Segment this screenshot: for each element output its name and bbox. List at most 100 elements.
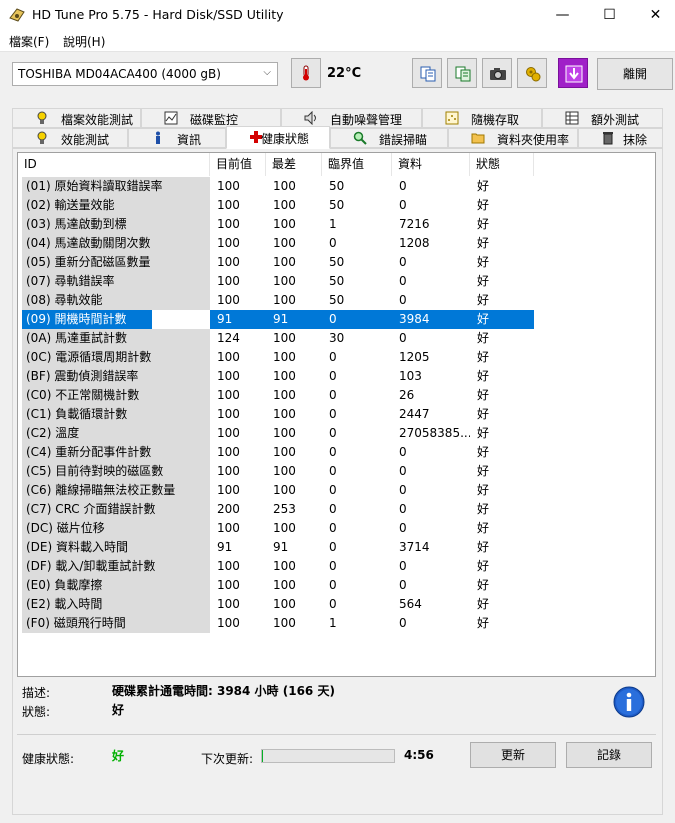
next-update-label: 下次更新: xyxy=(201,752,254,766)
column-header-data[interactable]: 資料 xyxy=(392,153,470,176)
tab-health[interactable]: 健康狀態 xyxy=(226,126,330,149)
table-row[interactable]: (01) 原始資料讀取錯誤率 100 100 50 0 好 xyxy=(18,177,655,196)
maximize-button[interactable]: ☐ xyxy=(587,0,632,31)
tab-aam[interactable]: 自動噪聲管理 xyxy=(281,108,422,128)
table-row[interactable]: (09) 開機時間計數 91 91 0 3984 好 xyxy=(18,310,655,329)
cell-threshold: 0 xyxy=(329,236,337,250)
cell-current: 100 xyxy=(217,179,240,193)
cell-attribute-name: (C1) 負載循環計數 xyxy=(22,405,210,424)
table-row[interactable]: (C6) 離線掃瞄無法校正數量 100 100 0 0 好 xyxy=(18,481,655,500)
thermometer-icon xyxy=(303,65,309,81)
table-row[interactable]: (C4) 重新分配事件計數 100 100 0 0 好 xyxy=(18,443,655,462)
cell-attribute-name: (03) 馬達啟動到標 xyxy=(22,215,210,234)
copy-info-button[interactable] xyxy=(412,58,442,88)
cell-threshold: 0 xyxy=(329,312,337,326)
cell-current: 100 xyxy=(217,293,240,307)
tab-benchmark[interactable]: 效能測試 xyxy=(12,128,128,148)
cell-data: 3714 xyxy=(399,540,430,554)
menu-file[interactable]: 檔案(F) xyxy=(9,33,49,50)
cell-data: 0 xyxy=(399,483,407,497)
refresh-button[interactable]: 更新 xyxy=(470,742,556,768)
column-header-threshold[interactable]: 臨界值 xyxy=(322,153,392,176)
tab-erase[interactable]: 抹除 xyxy=(578,128,663,148)
options-button[interactable] xyxy=(517,58,547,88)
cell-status: 好 xyxy=(477,521,490,535)
cell-threshold: 0 xyxy=(329,388,337,402)
tab-file-benchmark[interactable]: 檔案效能測試 xyxy=(12,108,141,128)
tab-label: 資料夾使用率 xyxy=(497,133,570,147)
table-row[interactable]: (0A) 馬達重試計數 124 100 30 0 好 xyxy=(18,329,655,348)
table-row[interactable]: (0C) 電源循環周期計數 100 100 0 1205 好 xyxy=(18,348,655,367)
cell-threshold: 50 xyxy=(329,179,345,193)
cell-attribute-name: (C0) 不正常關機計數 xyxy=(22,386,210,405)
close-button[interactable]: ✕ xyxy=(633,0,675,31)
tab-disk-monitor[interactable]: 磁碟監控 xyxy=(141,108,281,128)
table-row[interactable]: (07) 尋軌錯誤率 100 100 50 0 好 xyxy=(18,272,655,291)
table-row[interactable]: (C7) CRC 介面錯誤計數 200 253 0 0 好 xyxy=(18,500,655,519)
info-icon[interactable] xyxy=(613,686,645,718)
table-row[interactable]: (C0) 不正常關機計數 100 100 0 26 好 xyxy=(18,386,655,405)
cell-data: 7216 xyxy=(399,217,430,231)
description-label: 描述: xyxy=(22,686,51,700)
cell-threshold: 0 xyxy=(329,445,337,459)
trash-icon xyxy=(603,132,613,145)
tab-label: 資訊 xyxy=(177,133,202,147)
screenshot-button[interactable] xyxy=(482,58,512,88)
cell-status: 好 xyxy=(477,464,490,478)
tab-extra-tests[interactable]: 額外測試 xyxy=(542,108,663,128)
table-row[interactable]: (02) 輸送量效能 100 100 50 0 好 xyxy=(18,196,655,215)
table-row[interactable]: (BF) 震動偵測錯誤率 100 100 0 103 好 xyxy=(18,367,655,386)
tab-error-scan[interactable]: 錯誤掃瞄 xyxy=(330,128,448,148)
cell-attribute-name: (C5) 目前待對映的磁區數 xyxy=(22,462,210,481)
app-logo-icon xyxy=(9,8,25,22)
cell-data: 3984 xyxy=(399,312,430,326)
copy-all-button[interactable] xyxy=(447,58,477,88)
exit-button[interactable]: 離開 xyxy=(597,58,673,90)
cell-worst: 100 xyxy=(273,255,296,269)
cell-attribute-name: (E2) 載入時間 xyxy=(22,595,210,614)
title-bar: HD Tune Pro 5.75 - Hard Disk/SSD Utility… xyxy=(0,0,675,31)
table-row[interactable]: (C5) 目前待對映的磁區數 100 100 0 0 好 xyxy=(18,462,655,481)
minimize-button[interactable]: — xyxy=(540,0,585,31)
table-row[interactable]: (DF) 載入/卸載重試計數 100 100 0 0 好 xyxy=(18,557,655,576)
table-row[interactable]: (03) 馬達啟動到標 100 100 1 7216 好 xyxy=(18,215,655,234)
smart-table[interactable]: ID 目前值 最差 臨界值 資料 狀態 (01) 原始資料讀取錯誤率 100 100… xyxy=(17,152,656,677)
cell-status: 好 xyxy=(477,616,490,630)
cell-current: 200 xyxy=(217,502,240,516)
log-button[interactable]: 記錄 xyxy=(566,742,652,768)
copy-icon xyxy=(420,66,436,82)
cell-worst: 100 xyxy=(273,483,296,497)
column-header-id[interactable]: ID xyxy=(18,153,210,176)
health-status-label: 健康狀態: xyxy=(22,752,75,766)
table-row[interactable]: (05) 重新分配磁區數量 100 100 50 0 好 xyxy=(18,253,655,272)
column-header-current[interactable]: 目前值 xyxy=(210,153,266,176)
cell-attribute-name: (DC) 磁片位移 xyxy=(22,519,210,538)
temperature-button[interactable] xyxy=(291,58,321,88)
tab-info[interactable]: 資訊 xyxy=(128,128,226,148)
cell-attribute-name: (02) 輸送量效能 xyxy=(22,196,210,215)
table-row[interactable]: (C1) 負載循環計數 100 100 0 2447 好 xyxy=(18,405,655,424)
tab-random-access[interactable]: 隨機存取 xyxy=(422,108,542,128)
table-row[interactable]: (08) 尋軌效能 100 100 50 0 好 xyxy=(18,291,655,310)
drive-select[interactable]: TOSHIBA MD04ACA400 (4000 gB) ⌵ xyxy=(12,62,278,86)
cell-worst: 91 xyxy=(273,312,289,326)
menu-help[interactable]: 說明(H) xyxy=(63,33,105,50)
table-row[interactable]: (E0) 負載摩擦 100 100 0 0 好 xyxy=(18,576,655,595)
column-header-status[interactable]: 狀態 xyxy=(470,153,534,176)
cell-status: 好 xyxy=(477,312,490,326)
table-row[interactable]: (C2) 溫度 100 100 0 27058385... 好 xyxy=(18,424,655,443)
cell-status: 好 xyxy=(477,369,490,383)
save-button[interactable] xyxy=(558,58,588,88)
cell-attribute-name: (C7) CRC 介面錯誤計數 xyxy=(22,500,210,519)
tab-folder-usage[interactable]: 資料夾使用率 xyxy=(448,128,578,148)
cell-worst: 100 xyxy=(273,426,296,440)
cell-current: 100 xyxy=(217,236,240,250)
table-row[interactable]: (E2) 載入時間 100 100 0 564 好 xyxy=(18,595,655,614)
column-header-worst[interactable]: 最差 xyxy=(266,153,322,176)
cell-status: 好 xyxy=(477,483,490,497)
table-row[interactable]: (DC) 磁片位移 100 100 0 0 好 xyxy=(18,519,655,538)
update-progress-bar xyxy=(261,749,395,763)
table-row[interactable]: (04) 馬達啟動關閉次數 100 100 0 1208 好 xyxy=(18,234,655,253)
table-row[interactable]: (F0) 磁頭飛行時間 100 100 1 0 好 xyxy=(18,614,655,633)
table-row[interactable]: (DE) 資料載入時間 91 91 0 3714 好 xyxy=(18,538,655,557)
